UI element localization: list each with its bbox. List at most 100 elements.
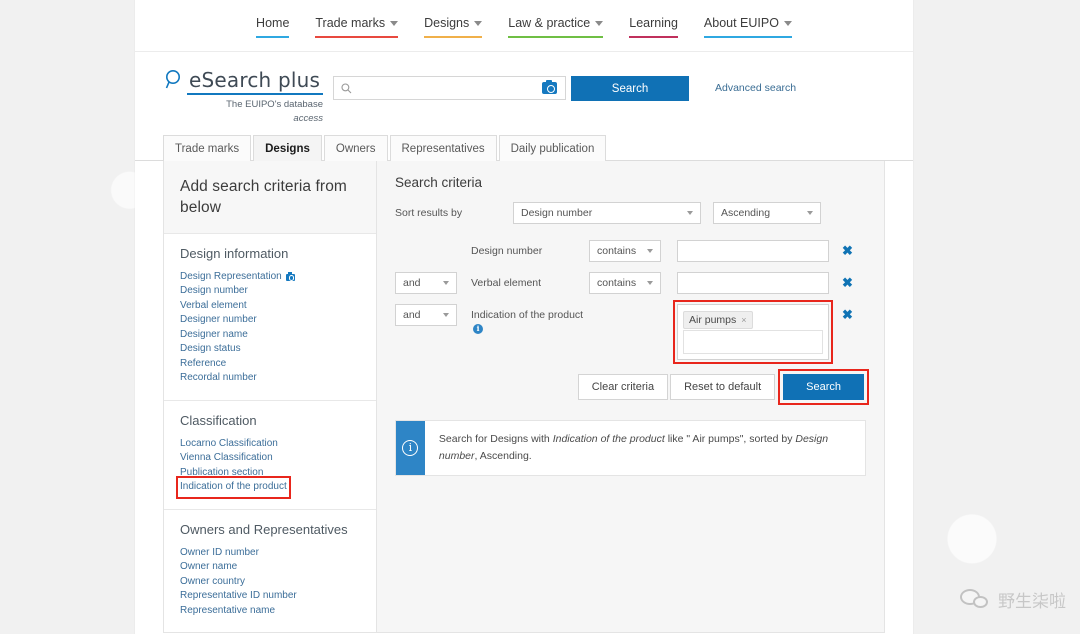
sidebar-link-label: Publication section	[180, 466, 264, 478]
sidebar-link-design-representation[interactable]: Design Representation	[180, 270, 295, 285]
sidebar-link-designer-number[interactable]: Designer number	[180, 313, 257, 328]
criterion-row: and Indication of the product i Air pumps ×…	[395, 300, 866, 364]
chevron-down-icon	[647, 281, 653, 285]
nav-item-label: Trade marks	[315, 16, 386, 30]
chevron-down-icon	[807, 211, 813, 215]
tag-chip[interactable]: Air pumps ×	[683, 311, 753, 329]
conjunction-select[interactable]: and	[395, 304, 457, 326]
search-criteria-panel: Search criteria Sort results by Design n…	[377, 161, 885, 634]
criterion-row: Design number contains ✖	[395, 240, 866, 262]
global-search-button[interactable]: Search	[571, 76, 689, 101]
sidebar-link-owner-country[interactable]: Owner country	[180, 575, 245, 590]
sidebar-link-locarno-classification[interactable]: Locarno Classification	[180, 437, 278, 452]
sidebar-link-label: Design number	[180, 285, 248, 297]
tab-owners[interactable]: Owners	[323, 135, 388, 161]
sidebar-link-label: Vienna Classification	[180, 452, 273, 464]
sidebar-link-recordal-number[interactable]: Recordal number	[180, 371, 257, 386]
sidebar-link-verbal-element[interactable]: Verbal element	[180, 299, 247, 314]
sidebar-link-designer-name[interactable]: Designer name	[180, 328, 248, 343]
criterion-operator-value: contains	[597, 245, 637, 257]
wechat-icon	[960, 588, 990, 611]
reset-to-default-button[interactable]: Reset to default	[670, 374, 776, 400]
criterion-tag-box[interactable]: Air pumps ×	[673, 300, 833, 364]
sidebar-link-representative-id-number[interactable]: Representative ID number	[180, 589, 297, 604]
sidebar-link-label: Owner country	[180, 575, 246, 587]
sidebar-link-reference[interactable]: Reference	[180, 357, 226, 372]
sort-field-select[interactable]: Design number	[513, 202, 701, 224]
info-part3: , Ascending.	[474, 449, 532, 462]
watermark: 野生柒啦	[960, 587, 1066, 612]
search-input[interactable]	[352, 77, 542, 99]
sidebar-link-owner-name[interactable]: Owner name	[180, 560, 237, 575]
info-em1: Indication of the product	[552, 433, 665, 445]
conjunction-select[interactable]: and	[395, 272, 457, 294]
search-button[interactable]: Search	[783, 374, 864, 400]
clear-criteria-button[interactable]: Clear criteria	[577, 374, 669, 400]
nav-item-about-euipo[interactable]: About EUIPO	[703, 16, 792, 38]
brand-row: eSearch plus The EUIPO's database access…	[135, 52, 913, 124]
sidebar-link-design-number[interactable]: Design number	[180, 284, 248, 299]
tab-designs[interactable]: Designs	[253, 135, 322, 161]
criterion-operator-select[interactable]: contains	[589, 240, 661, 262]
nav-item-designs[interactable]: Designs	[424, 16, 483, 38]
nav-item-law-practice[interactable]: Law & practice	[508, 16, 604, 38]
sidebar-section-title: Owners and Representatives	[180, 521, 348, 537]
sidebar-link-owner-id-number[interactable]: Owner ID number	[180, 546, 259, 561]
sidebar-link-vienna-classification[interactable]: Vienna Classification	[180, 451, 273, 466]
chevron-down-icon	[687, 211, 693, 215]
nav-item-label: About EUIPO	[703, 16, 779, 30]
nav-item-underline	[256, 35, 290, 38]
criterion-operator-select[interactable]: contains	[589, 272, 661, 294]
global-search-bar[interactable]	[333, 76, 566, 100]
logo-underline	[187, 93, 323, 95]
sidebar-link-indication-of-the-product[interactable]: Indication of the product	[176, 476, 291, 499]
content-area: Add search criteria from below Design in…	[135, 161, 913, 634]
sidebar-link-label: Reference	[180, 357, 227, 369]
tab-daily-publication[interactable]: Daily publication	[498, 135, 607, 161]
remove-criterion-icon[interactable]: ✖	[842, 272, 853, 294]
logo[interactable]: eSearch plus The EUIPO's database access	[165, 68, 325, 127]
remove-criterion-icon[interactable]: ✖	[842, 304, 853, 326]
criterion-operator-value: contains	[597, 277, 637, 289]
page-container: Home Trade marks Designs Law & practice Lear…	[135, 0, 913, 634]
nav-item-label: Law & practice	[508, 16, 591, 30]
sidebar-link-label: Designer name	[180, 328, 248, 340]
sort-field-value: Design number	[521, 207, 593, 219]
tab-representatives[interactable]: Representatives	[389, 135, 497, 161]
sidebar-link-representative-name[interactable]: Representative name	[180, 604, 275, 619]
sidebar-heading: Add search criteria from below	[180, 178, 347, 216]
nav-item-underline	[424, 35, 483, 38]
info-part1: Search for Designs with	[438, 433, 553, 445]
sidebar-link-label: Verbal element	[180, 299, 247, 311]
chevron-down-icon	[474, 20, 483, 26]
sidebar-link-publication-section[interactable]: Publication section	[180, 466, 263, 481]
criterion-field-name: Verbal element	[471, 277, 542, 289]
tab-trade-marks[interactable]: Trade marks	[163, 135, 252, 161]
remove-criterion-icon[interactable]: ✖	[842, 240, 853, 262]
sidebar-link-label: Design Representation	[180, 270, 282, 282]
advanced-search-link[interactable]: Advanced search	[715, 82, 796, 94]
camera-icon[interactable]	[542, 79, 557, 94]
tag-text-input[interactable]	[683, 330, 823, 354]
criterion-value-input[interactable]	[677, 272, 829, 294]
nav-item-trade-marks[interactable]: Trade marks	[315, 16, 399, 38]
chip-remove-icon[interactable]: ×	[741, 315, 746, 325]
criterion-value-input[interactable]	[677, 240, 829, 262]
chevron-down-icon	[390, 20, 399, 26]
nav-item-underline	[703, 35, 792, 38]
sidebar-section-title: Design information	[180, 245, 289, 261]
nav-item-underline	[315, 35, 399, 38]
nav-item-home[interactable]: Home	[256, 16, 290, 38]
search-button-highlight: Search	[778, 369, 869, 405]
chevron-down-icon	[595, 20, 604, 26]
nav-item-learning[interactable]: Learning	[629, 16, 678, 38]
sidebar-link-design-status[interactable]: Design status	[180, 342, 241, 357]
sidebar-section: Classification Locarno Classification Vien…	[164, 399, 376, 509]
camera-icon	[285, 272, 295, 281]
chevron-down-icon	[443, 281, 449, 285]
sidebar-link-label: Owner name	[180, 561, 238, 573]
sort-direction-select[interactable]: Ascending	[713, 202, 821, 224]
nav-item-label: Designs	[424, 16, 470, 30]
info-icon[interactable]: i	[473, 324, 483, 335]
criterion-field-label: Design number	[471, 240, 589, 258]
